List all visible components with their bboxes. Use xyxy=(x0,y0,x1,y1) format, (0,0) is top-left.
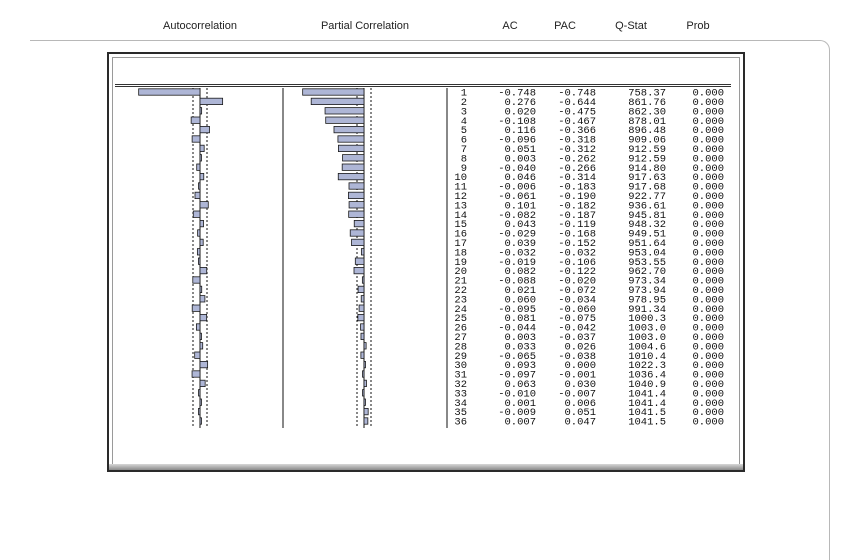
pac-bar xyxy=(348,210,365,218)
ac-bar xyxy=(199,107,203,115)
ac-bar xyxy=(199,379,206,388)
pac-bar xyxy=(348,201,365,209)
pac-bar xyxy=(360,323,365,331)
ac-bar xyxy=(199,360,209,369)
ac-bar xyxy=(192,276,201,284)
ac-bar xyxy=(199,295,206,303)
pac-bar xyxy=(302,88,365,96)
pac-bar xyxy=(360,248,365,256)
pac-bar xyxy=(324,107,365,115)
pac-bar xyxy=(353,266,365,275)
ac-bar xyxy=(199,313,208,322)
ac-bar xyxy=(199,342,204,350)
ac-bar xyxy=(199,172,205,181)
pac-bar xyxy=(362,370,365,378)
pac-bar xyxy=(353,219,365,228)
ac-bar xyxy=(198,257,201,265)
ac-bar xyxy=(198,182,201,190)
pac-bar xyxy=(310,97,365,105)
ac-bar xyxy=(192,210,201,218)
ac-bar xyxy=(198,389,201,397)
pac-bar xyxy=(363,342,367,350)
ac-bar xyxy=(199,238,204,246)
ac-bar xyxy=(199,219,204,228)
pac-bar xyxy=(342,154,365,162)
ac-bar xyxy=(196,248,201,256)
pac-bar xyxy=(360,351,365,359)
ac-bar xyxy=(199,126,210,134)
pac-bar xyxy=(337,172,365,181)
q-stat-value: 1041.5 xyxy=(628,417,666,429)
ac-bar xyxy=(199,398,202,406)
pac-bar xyxy=(357,313,365,322)
ac-bar xyxy=(199,144,205,152)
ac-bar xyxy=(190,116,201,124)
pac-bar xyxy=(362,389,365,397)
ac-bar xyxy=(191,370,201,378)
pac-bar xyxy=(333,126,365,134)
pac-bar xyxy=(348,191,365,199)
ac-bar xyxy=(199,285,203,294)
correlogram-plot: 1 -0.748 -0.748 758.37 0.0002 0.276 -0.644 861.… xyxy=(138,88,724,429)
pac-bar xyxy=(349,229,365,237)
pac-bar xyxy=(363,360,366,369)
pac-bar xyxy=(357,285,365,294)
ac-bar xyxy=(199,266,208,275)
ac-bar xyxy=(194,351,201,359)
pac-bar xyxy=(354,257,365,265)
ac-bar xyxy=(194,191,201,199)
pac-bar xyxy=(348,182,365,190)
ac-bar xyxy=(199,201,209,209)
pac-bar xyxy=(360,332,365,341)
pac-bar xyxy=(325,116,365,124)
pac-bar xyxy=(363,398,366,406)
pac-bar xyxy=(363,379,367,388)
ac-bar xyxy=(196,163,201,171)
ac-bar xyxy=(138,88,201,96)
ac-bar xyxy=(191,304,201,312)
ac-bar xyxy=(199,97,224,105)
ac-bar xyxy=(197,229,201,237)
pac-bar xyxy=(338,144,365,152)
ac-bar xyxy=(195,323,201,331)
pac-bar xyxy=(341,163,365,171)
pac-bar xyxy=(361,276,365,284)
lag-label: 36 xyxy=(454,417,467,429)
pac-bar xyxy=(363,417,369,425)
ac-bar xyxy=(199,154,202,162)
ac-bar xyxy=(199,332,202,341)
pac-value: 0.047 xyxy=(564,417,596,429)
ac-bar xyxy=(191,135,201,143)
pac-bar xyxy=(337,135,365,143)
pac-bar xyxy=(358,304,365,312)
pac-bar xyxy=(351,238,365,246)
pac-bar xyxy=(360,295,365,303)
prob-value: 0.000 xyxy=(692,417,724,429)
ac-bar xyxy=(199,417,202,425)
ac-value: 0.007 xyxy=(504,417,536,429)
ac-bar xyxy=(198,407,201,416)
pac-bar xyxy=(363,407,369,416)
